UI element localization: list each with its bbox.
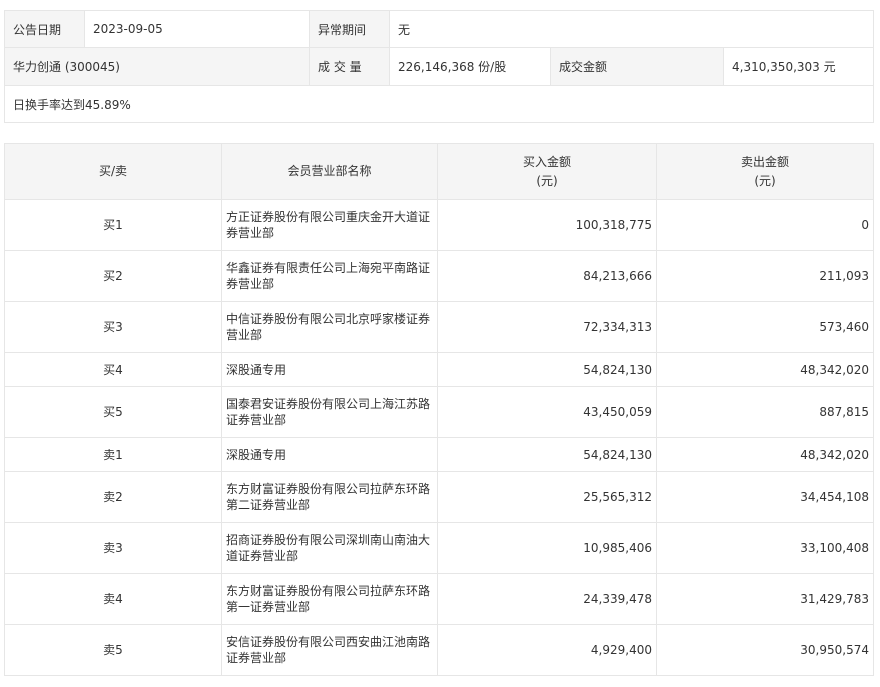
table-row: 卖5 安信证券股份有限公司西安曲江池南路证券营业部 4,929,400 30,9…	[4, 624, 874, 676]
table-row: 卖3 招商证券股份有限公司深圳南山南油大道证券营业部 10,985,406 33…	[4, 522, 874, 574]
abnormal-period-label: 异常期间	[309, 10, 390, 48]
branch-header: 会员营业部名称	[221, 143, 438, 200]
volume-label: 成 交 量	[309, 47, 390, 86]
buy-amount-header-title: 买入金额	[522, 154, 571, 169]
side-cell: 卖3	[4, 522, 222, 574]
table-row: 买5 国泰君安证券股份有限公司上海江苏路证券营业部 43,450,059 887…	[4, 386, 874, 438]
branch-cell: 东方财富证券股份有限公司拉萨东环路第二证券营业部	[221, 471, 438, 523]
branch-cell: 深股通专用	[221, 352, 438, 387]
amount-label: 成交金额	[550, 47, 724, 86]
side-cell: 买4	[4, 352, 222, 387]
sell-amount-header-unit: (元)	[754, 173, 776, 188]
sell-amount-cell: 48,342,020	[656, 352, 874, 387]
buy-amount-cell: 72,334,313	[437, 301, 657, 353]
branch-cell: 招商证券股份有限公司深圳南山南油大道证券营业部	[221, 522, 438, 574]
side-cell: 买3	[4, 301, 222, 353]
buy-amount-cell: 100,318,775	[437, 199, 657, 251]
branch-cell: 东方财富证券股份有限公司拉萨东环路第一证券营业部	[221, 573, 438, 625]
table-row: 买2 华鑫证券有限责任公司上海宛平南路证券营业部 84,213,666 211,…	[4, 250, 874, 302]
side-cell: 卖2	[4, 471, 222, 523]
table-row: 卖1 深股通专用 54,824,130 48,342,020	[4, 437, 874, 472]
sell-amount-cell: 30,950,574	[656, 624, 874, 676]
buy-amount-cell: 24,339,478	[437, 573, 657, 625]
buy-amount-cell: 84,213,666	[437, 250, 657, 302]
info-row: 华力创通 (300045) 成 交 量 226,146,368 份/股 成交金额…	[4, 47, 874, 86]
buy-amount-cell: 54,824,130	[437, 352, 657, 387]
sell-amount-header-title: 卖出金额	[740, 154, 789, 169]
side-cell: 卖1	[4, 437, 222, 472]
sell-amount-cell: 573,460	[656, 301, 874, 353]
sell-amount-header: 卖出金额 (元)	[656, 143, 874, 200]
buy-amount-header-unit: (元)	[536, 173, 558, 188]
table-row: 买1 方正证券股份有限公司重庆金开大道证券营业部 100,318,775 0	[4, 199, 874, 251]
info-row: 日换手率达到45.89%	[4, 85, 874, 123]
abnormal-period-value: 无	[389, 10, 874, 48]
table-header-row: 买/卖 会员营业部名称 买入金额 (元) 卖出金额 (元)	[4, 143, 874, 200]
info-row: 公告日期 2023-09-05 异常期间 无	[4, 10, 874, 48]
side-header: 买/卖	[4, 143, 222, 200]
branch-cell: 深股通专用	[221, 437, 438, 472]
buy-amount-cell: 43,450,059	[437, 386, 657, 438]
sell-amount-cell: 33,100,408	[656, 522, 874, 574]
sell-amount-cell: 211,093	[656, 250, 874, 302]
table-row: 买3 中信证券股份有限公司北京呼家楼证券营业部 72,334,313 573,4…	[4, 301, 874, 353]
sell-amount-cell: 31,429,783	[656, 573, 874, 625]
side-cell: 买1	[4, 199, 222, 251]
side-cell: 卖4	[4, 573, 222, 625]
buy-amount-cell: 10,985,406	[437, 522, 657, 574]
sell-amount-cell: 887,815	[656, 386, 874, 438]
sell-amount-cell: 48,342,020	[656, 437, 874, 472]
table-row: 卖2 东方财富证券股份有限公司拉萨东环路第二证券营业部 25,565,312 3…	[4, 471, 874, 523]
table-row: 卖4 东方财富证券股份有限公司拉萨东环路第一证券营业部 24,339,478 3…	[4, 573, 874, 625]
announce-date-value: 2023-09-05	[84, 10, 310, 48]
table-row: 买4 深股通专用 54,824,130 48,342,020	[4, 352, 874, 387]
buy-amount-cell: 4,929,400	[437, 624, 657, 676]
side-cell: 买5	[4, 386, 222, 438]
stock-info-table: 公告日期 2023-09-05 异常期间 无 华力创通 (300045) 成 交…	[4, 10, 874, 123]
sell-amount-cell: 0	[656, 199, 874, 251]
buy-amount-cell: 54,824,130	[437, 437, 657, 472]
trading-seats-table: 买/卖 会员营业部名称 买入金额 (元) 卖出金额 (元) 买1 方正证券股份有…	[4, 143, 874, 676]
buy-amount-header: 买入金额 (元)	[437, 143, 657, 200]
amount-value: 4,310,350,303 元	[723, 47, 874, 86]
branch-cell: 华鑫证券有限责任公司上海宛平南路证券营业部	[221, 250, 438, 302]
buy-amount-cell: 25,565,312	[437, 471, 657, 523]
listing-reason: 日换手率达到45.89%	[4, 85, 874, 123]
volume-value: 226,146,368 份/股	[389, 47, 551, 86]
stock-name: 华力创通 (300045)	[4, 47, 310, 86]
side-cell: 卖5	[4, 624, 222, 676]
side-cell: 买2	[4, 250, 222, 302]
branch-cell: 方正证券股份有限公司重庆金开大道证券营业部	[221, 199, 438, 251]
branch-cell: 安信证券股份有限公司西安曲江池南路证券营业部	[221, 624, 438, 676]
branch-cell: 国泰君安证券股份有限公司上海江苏路证券营业部	[221, 386, 438, 438]
branch-cell: 中信证券股份有限公司北京呼家楼证券营业部	[221, 301, 438, 353]
sell-amount-cell: 34,454,108	[656, 471, 874, 523]
announce-date-label: 公告日期	[4, 10, 85, 48]
